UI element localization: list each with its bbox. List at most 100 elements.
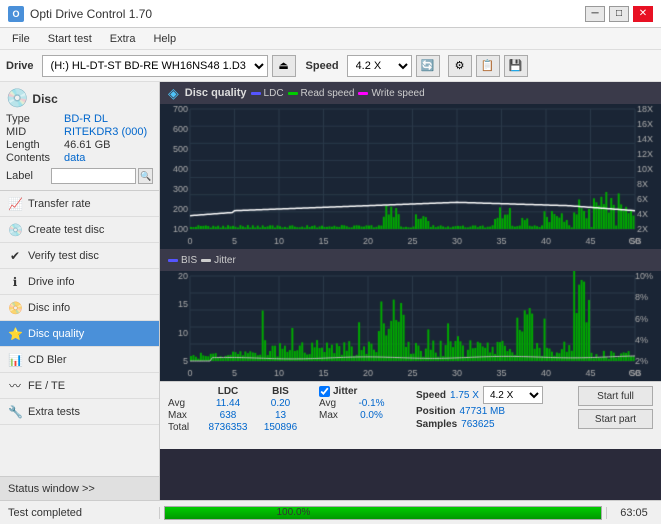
sidebar-item-label-create-test-disc: Create test disc	[28, 224, 104, 236]
legend-read-dot	[288, 92, 298, 95]
stats-max-label: Max	[168, 410, 198, 421]
status-time: 63:05	[606, 507, 661, 519]
sidebar-item-cd-bler[interactable]: 📊 CD Bler	[0, 347, 159, 373]
bottom-chart-area	[160, 271, 661, 381]
position-value: 47731 MB	[459, 406, 505, 417]
jitter-section: Jitter Avg -0.1% Max 0.0%	[319, 386, 394, 421]
start-part-button[interactable]: Start part	[578, 409, 653, 429]
stats-bis-avg: 0.20	[258, 398, 303, 409]
sidebar-item-label-transfer-rate: Transfer rate	[28, 198, 91, 210]
top-chart-canvas	[160, 104, 655, 249]
stats-ldc-max: 638	[198, 410, 258, 421]
sidebar-item-label-cd-bler: CD Bler	[28, 354, 67, 366]
save-button[interactable]: 💾	[504, 55, 528, 77]
app-icon: O	[8, 6, 24, 22]
legend-ldc-dot	[251, 92, 261, 95]
sidebar-item-fe-te[interactable]: 〰 FE / TE	[0, 373, 159, 399]
disc-quality-icon: ⭐	[8, 327, 22, 341]
legend-jitter: Jitter	[201, 255, 236, 266]
sidebar: 💿 Disc Type BD-R DL MID RITEKDR3 (000) L…	[0, 82, 160, 500]
disc-icon: 💿	[6, 88, 28, 109]
contents-label: Contents	[6, 152, 64, 164]
refresh-button[interactable]: 🔄	[416, 55, 440, 77]
status-window-button[interactable]: Status window >>	[0, 476, 159, 500]
jitter-label: Jitter	[333, 386, 357, 397]
copy-button[interactable]: 📋	[476, 55, 500, 77]
sidebar-item-label-disc-info: Disc info	[28, 302, 70, 314]
legend-read-label: Read speed	[301, 88, 355, 99]
jitter-max-label: Max	[319, 410, 349, 421]
disc-label-label: Label	[6, 170, 51, 182]
disc-panel: 💿 Disc Type BD-R DL MID RITEKDR3 (000) L…	[0, 82, 159, 191]
sidebar-item-extra-tests[interactable]: 🔧 Extra tests	[0, 399, 159, 425]
status-window-label: Status window >>	[8, 483, 95, 495]
sidebar-item-transfer-rate[interactable]: 📈 Transfer rate	[0, 191, 159, 217]
legend-bis: BIS	[168, 255, 197, 266]
sidebar-item-label-extra-tests: Extra tests	[28, 406, 80, 418]
sidebar-item-label-disc-quality: Disc quality	[28, 328, 84, 340]
drive-label: Drive	[6, 60, 34, 72]
legend-write-dot	[358, 92, 368, 95]
stats-bis-header: BIS	[258, 386, 303, 397]
length-value: 46.61 GB	[64, 139, 110, 151]
eject-button[interactable]: ⏏	[272, 55, 296, 77]
disc-label-input[interactable]	[51, 168, 136, 184]
close-button[interactable]: ✕	[633, 6, 653, 22]
content-area: ◈ Disc quality LDC Read speed Write spee…	[160, 82, 661, 500]
sidebar-item-verify-test-disc[interactable]: ✔ Verify test disc	[0, 243, 159, 269]
samples-value: 763625	[461, 419, 494, 430]
mid-value: RITEKDR3 (000)	[64, 126, 147, 138]
status-text: Test completed	[0, 507, 160, 519]
disc-info-icon: 📀	[8, 301, 22, 315]
stats-bis-max: 13	[258, 410, 303, 421]
stats-ldc-total: 8736353	[198, 422, 258, 433]
legend-jitter-dot	[201, 259, 211, 262]
jitter-avg-label: Avg	[319, 398, 349, 409]
stats-total-label: Total	[168, 422, 198, 433]
sidebar-item-disc-quality[interactable]: ⭐ Disc quality	[0, 321, 159, 347]
start-buttons: Start full Start part	[578, 386, 653, 429]
menu-extra[interactable]: Extra	[102, 31, 144, 47]
bottom-chart-canvas	[160, 271, 655, 381]
drive-select[interactable]: (H:) HL-DT-ST BD-RE WH16NS48 1.D3	[42, 55, 268, 77]
menu-start-test[interactable]: Start test	[40, 31, 100, 47]
minimize-button[interactable]: ─	[585, 6, 605, 22]
disc-title: Disc	[32, 92, 57, 106]
menu-file[interactable]: File	[4, 31, 38, 47]
speed-label: Speed	[416, 390, 446, 401]
stats-ldc-header: LDC	[198, 386, 258, 397]
chart-header-top: ◈ Disc quality LDC Read speed Write spee…	[160, 82, 661, 104]
sidebar-item-drive-info[interactable]: ℹ Drive info	[0, 269, 159, 295]
sidebar-item-label-fe-te: FE / TE	[28, 380, 65, 392]
menu-help[interactable]: Help	[145, 31, 184, 47]
sidebar-item-create-test-disc[interactable]: 💿 Create test disc	[0, 217, 159, 243]
transfer-rate-icon: 📈	[8, 197, 22, 211]
legend-read: Read speed	[288, 88, 355, 99]
disc-label-button[interactable]: 🔍	[138, 168, 153, 184]
sidebar-item-disc-info[interactable]: 📀 Disc info	[0, 295, 159, 321]
stats-ldc-avg: 11.44	[198, 398, 258, 409]
mid-label: MID	[6, 126, 64, 138]
chart-title: Disc quality	[185, 87, 247, 99]
legend-bis-dot	[168, 259, 178, 262]
jitter-max-value: 0.0%	[349, 410, 394, 421]
start-full-button[interactable]: Start full	[578, 386, 653, 406]
stats-bis-total: 150896	[258, 422, 303, 433]
sidebar-item-label-verify-test-disc: Verify test disc	[28, 250, 99, 262]
settings-button[interactable]: ⚙	[448, 55, 472, 77]
stats-table: LDC BIS Avg 11.44 0.20 Max 638 13 Tota	[168, 386, 303, 433]
fe-te-icon: 〰	[8, 377, 22, 394]
status-bar: Test completed 100.0% 63:05	[0, 500, 661, 524]
jitter-checkbox[interactable]	[319, 386, 330, 397]
legend-write: Write speed	[358, 88, 424, 99]
type-label: Type	[6, 113, 64, 125]
progress-text: 100.0%	[277, 507, 490, 518]
speed-select-stats[interactable]: 4.2 X	[483, 386, 543, 404]
extra-tests-icon: 🔧	[8, 405, 22, 419]
type-value: BD-R DL	[64, 113, 108, 125]
speed-select[interactable]: 4.2 X	[347, 55, 412, 77]
legend-bis-label: BIS	[181, 255, 197, 266]
maximize-button[interactable]: □	[609, 6, 629, 22]
create-test-disc-icon: 💿	[8, 223, 22, 237]
verify-test-disc-icon: ✔	[8, 249, 22, 263]
